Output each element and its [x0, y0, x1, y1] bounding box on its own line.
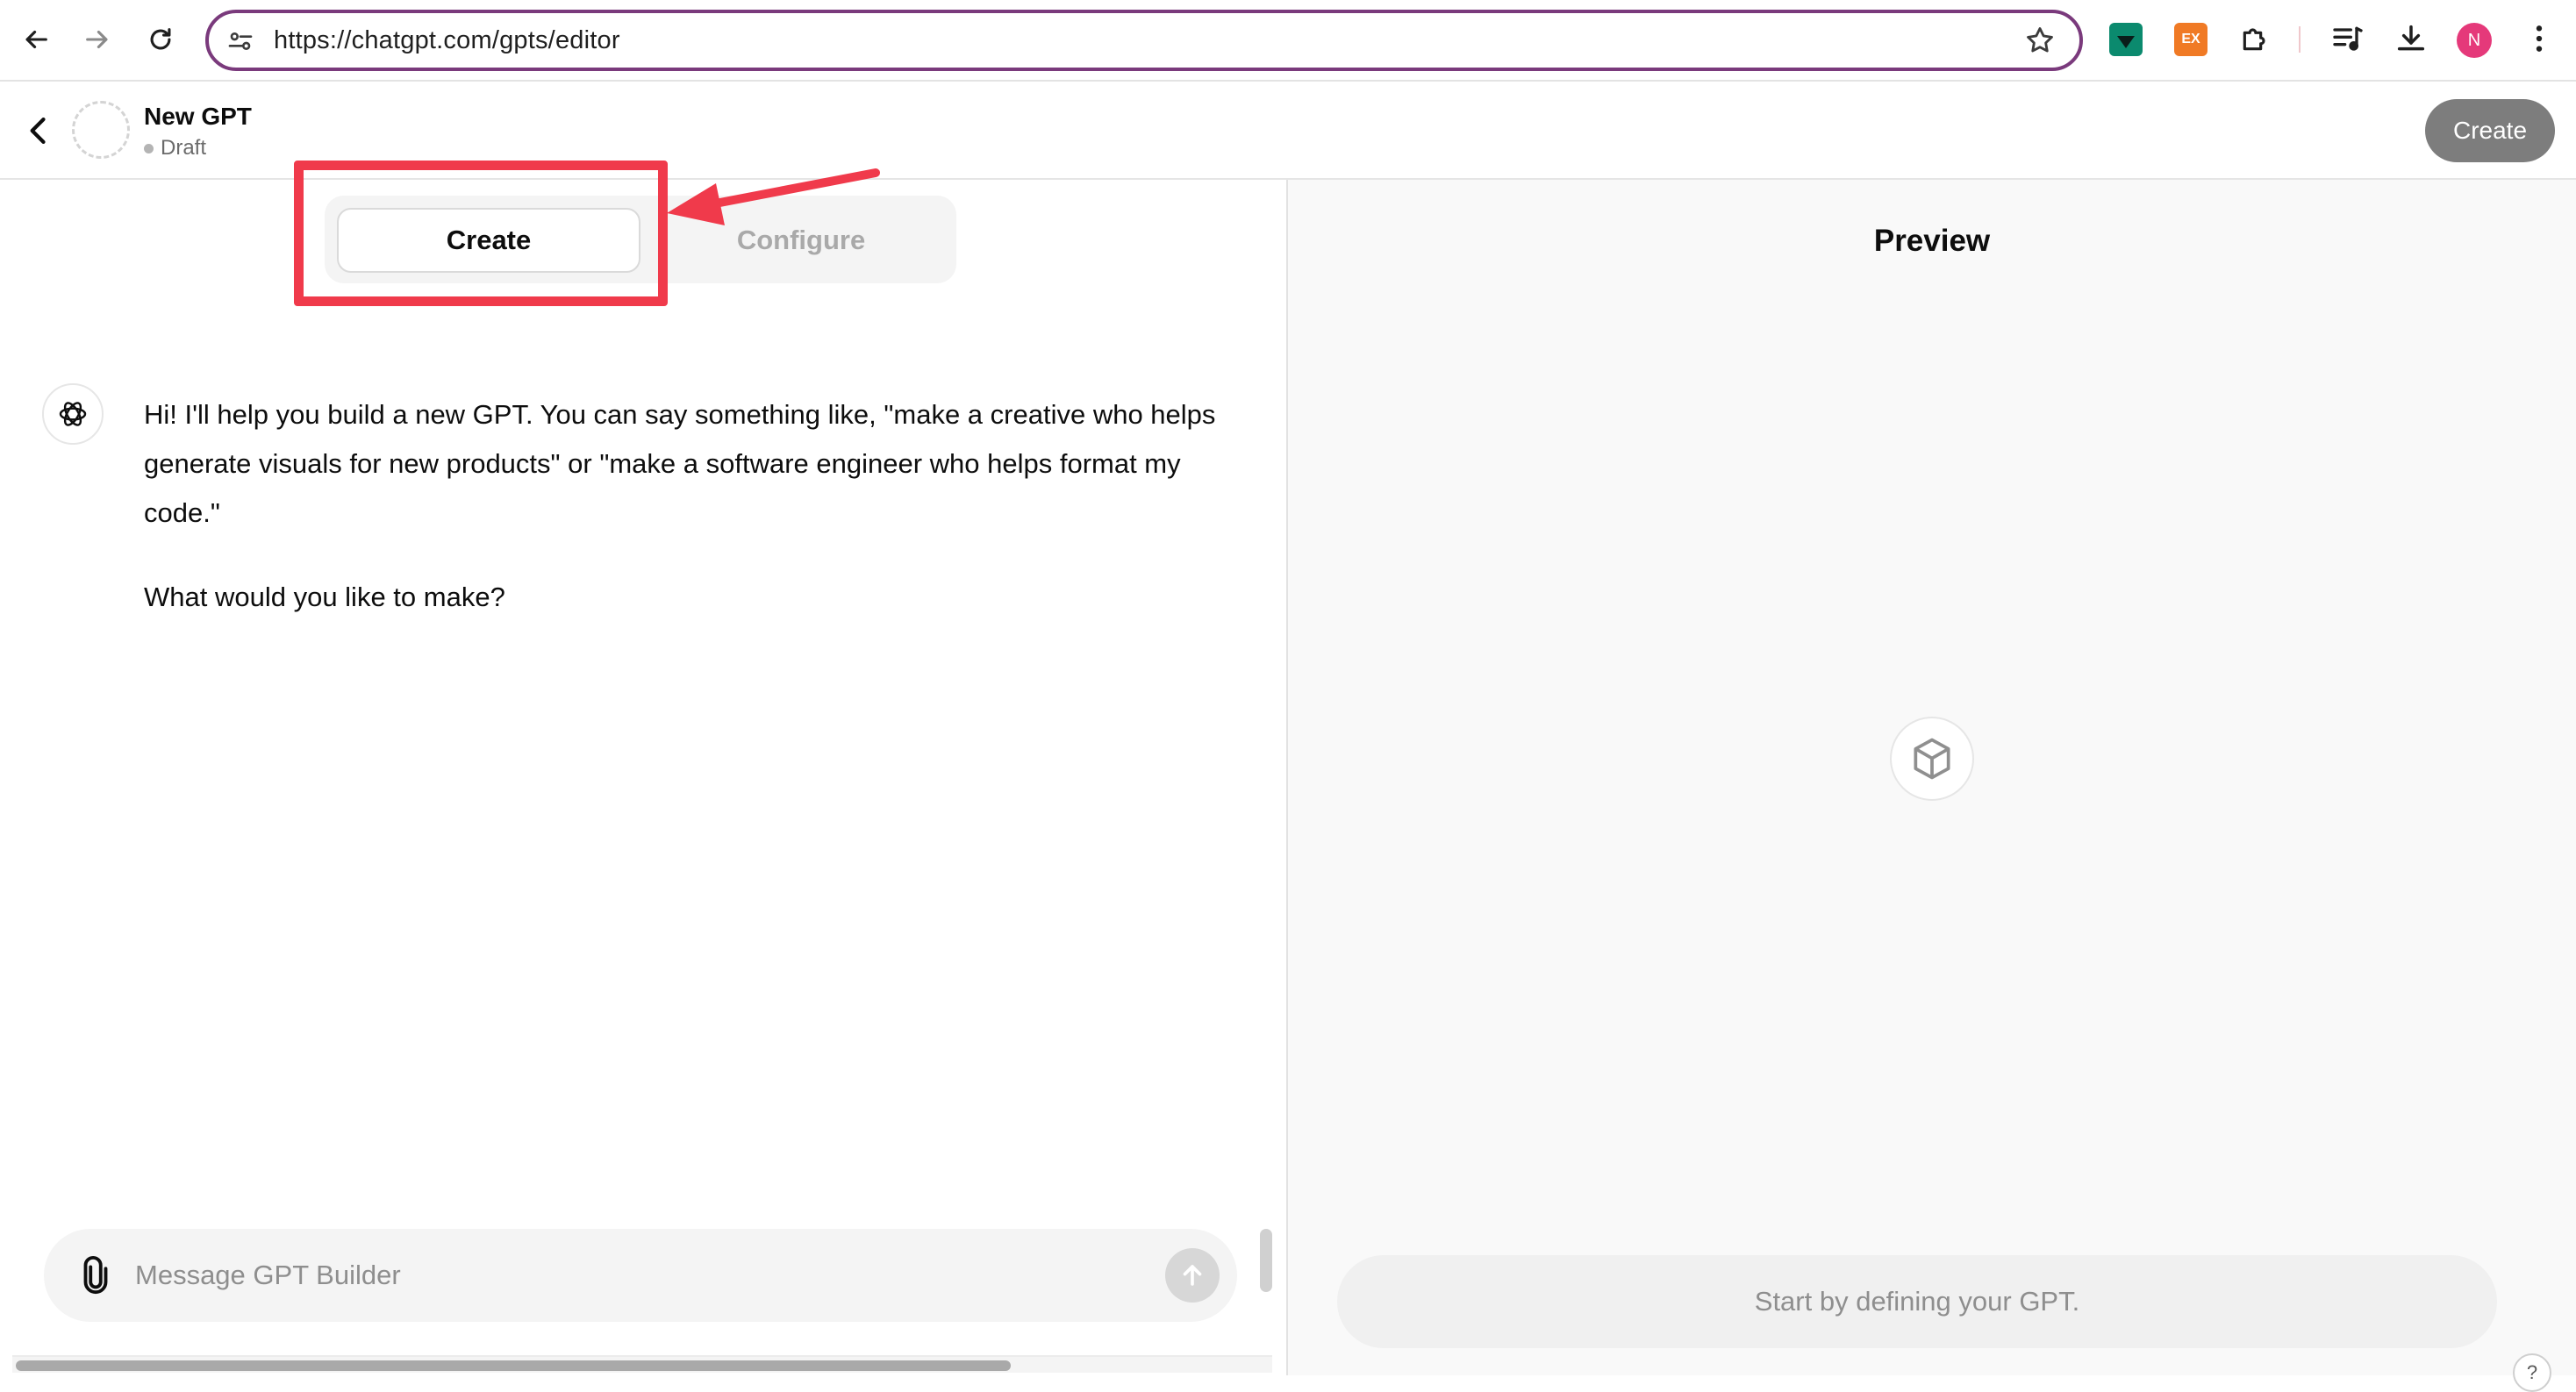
url-text[interactable]: https://chatgpt.com/gpts/editor: [274, 26, 620, 55]
help-button[interactable]: ?: [2513, 1353, 2551, 1392]
browser-toolbar: https://chatgpt.com/gpts/editor EX N: [0, 0, 2576, 82]
gpt-placeholder: [1890, 717, 1974, 801]
forward-arrow-icon[interactable]: [77, 19, 118, 60]
tab-create[interactable]: Create: [337, 208, 640, 273]
status-dot: [144, 143, 154, 153]
extensions-puzzle-icon[interactable]: [2237, 21, 2272, 56]
message-input[interactable]: [135, 1246, 1153, 1304]
vertical-scrollbar[interactable]: [1260, 1229, 1272, 1292]
gpt-name: New GPT: [144, 103, 252, 130]
media-queue-icon[interactable]: [2330, 21, 2365, 56]
status-badge: Draft: [144, 136, 206, 161]
horizontal-scrollbar[interactable]: [12, 1355, 1272, 1373]
profile-avatar[interactable]: N: [2457, 23, 2492, 58]
mode-tabs: Create Configure: [325, 196, 956, 283]
create-gpt-button[interactable]: Create: [2425, 99, 2555, 162]
bookmark-star-icon[interactable]: [2023, 24, 2057, 57]
chevron-left-icon[interactable]: [19, 111, 58, 150]
editor-header: New GPT Draft Create: [0, 82, 2576, 180]
preview-pane: Preview Start by defining your GPT. ?: [1288, 180, 2576, 1392]
paperclip-icon[interactable]: [75, 1255, 116, 1296]
preview-message-input[interactable]: Start by defining your GPT.: [1337, 1255, 2497, 1348]
openai-logo-icon: [42, 383, 104, 445]
site-settings-icon[interactable]: [226, 27, 254, 55]
assistant-message: Hi! I'll help you build a new GPT. You c…: [144, 390, 1241, 657]
gpt-avatar-placeholder[interactable]: [72, 101, 130, 159]
reload-icon[interactable]: [140, 19, 181, 60]
back-arrow-icon[interactable]: [16, 19, 56, 60]
preview-title: Preview: [1873, 224, 1991, 258]
status-label: Draft: [161, 136, 207, 160]
scrollbar-thumb[interactable]: [16, 1360, 1011, 1371]
cube-icon: [1914, 738, 1950, 780]
message-paragraph: What would you like to make?: [144, 582, 505, 612]
send-button[interactable]: [1165, 1248, 1220, 1303]
download-icon[interactable]: [2394, 21, 2429, 56]
builder-pane: Create Configure Hi! I'll help you build…: [0, 161, 1286, 1375]
arrow-up-icon: [1183, 1265, 1202, 1286]
toolbar-separator: [2299, 26, 2301, 53]
extension-ex-icon[interactable]: EX: [2174, 23, 2207, 56]
message-paragraph: Hi! I'll help you build a new GPT. You c…: [144, 399, 1216, 528]
browser-menu-icon[interactable]: [2522, 21, 2557, 56]
extension-green-icon[interactable]: [2109, 23, 2143, 56]
message-composer: [44, 1229, 1237, 1322]
address-bar[interactable]: https://chatgpt.com/gpts/editor: [205, 10, 2083, 71]
tab-configure[interactable]: Configure: [656, 208, 946, 273]
